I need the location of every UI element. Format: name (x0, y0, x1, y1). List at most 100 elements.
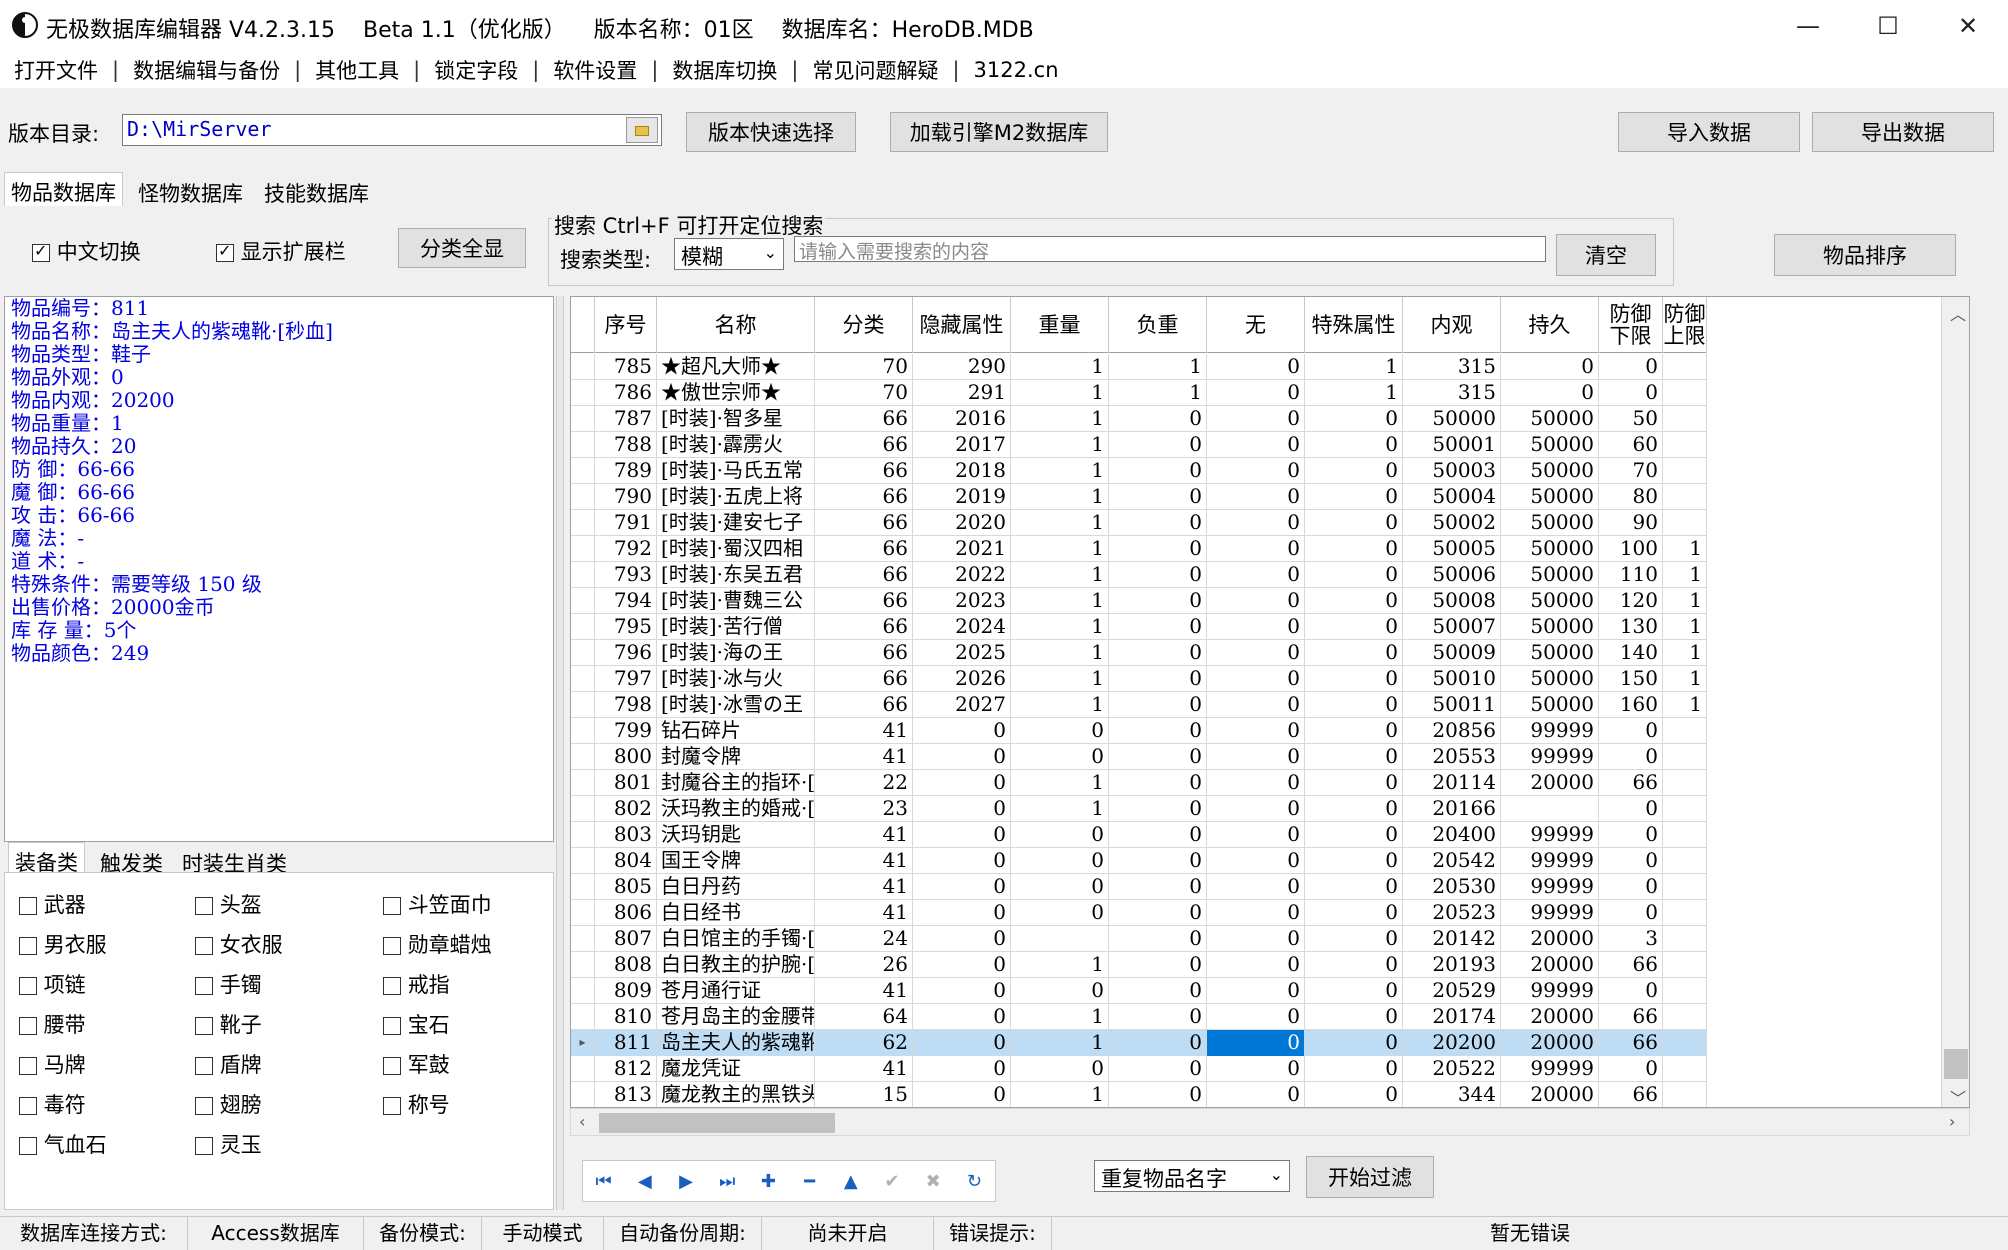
category-male-armor[interactable]: 男衣服 (19, 929, 107, 959)
table-row[interactable]: 794 [时装]·曹魏三公 66 2023 1 0 0 0 50008 50000 120 1 (571, 588, 1707, 614)
table-cell[interactable]: 2023 (913, 588, 1011, 614)
table-cell[interactable]: 20142 (1403, 926, 1501, 952)
table-cell[interactable]: 99999 (1501, 848, 1599, 874)
table-row[interactable]: 796 [时装]·海の王 66 2025 1 0 0 0 50009 50000 140 1 (571, 640, 1707, 666)
table-cell[interactable]: 1 (1663, 614, 1707, 640)
table-row[interactable]: 791 [时装]·建安七子 66 2020 1 0 0 0 50002 50000 90 (571, 510, 1707, 536)
table-cell[interactable] (1663, 900, 1707, 926)
table-cell[interactable]: 0 (1109, 484, 1207, 510)
table-cell[interactable]: 0 (1011, 978, 1109, 1004)
table-cell[interactable]: 0 (1305, 744, 1403, 770)
table-cell[interactable]: [时装]·建安七子 (657, 510, 815, 536)
table-cell[interactable]: 0 (1207, 926, 1305, 952)
menu-open-file[interactable]: 打开文件 (8, 55, 104, 85)
category-wings[interactable]: 翅膀 (195, 1089, 262, 1119)
table-cell[interactable]: 0 (1109, 692, 1207, 718)
table-cell[interactable]: 64 (815, 1004, 913, 1030)
table-cell[interactable]: 793 (595, 562, 657, 588)
table-cell[interactable]: 0 (1109, 900, 1207, 926)
table-cell[interactable]: 26 (815, 952, 913, 978)
table-cell[interactable]: 0 (1207, 406, 1305, 432)
show-ext-checkbox[interactable]: 显示扩展栏 (216, 236, 346, 266)
items-grid[interactable]: 序号 名称 分类 隐藏属性 重量 负重无特殊属性 内观 持久 防御 下限 防御 上限 785 ★超凡… (570, 296, 1970, 1108)
table-cell[interactable]: 0 (1207, 692, 1305, 718)
table-cell[interactable]: 60 (1599, 432, 1663, 458)
table-cell[interactable]: 岛主夫人的紫魂靴· (657, 1030, 815, 1056)
row-indicator[interactable] (571, 718, 595, 744)
table-cell[interactable]: 150 (1599, 666, 1663, 692)
row-indicator[interactable] (571, 432, 595, 458)
menu-db-switch[interactable]: 数据库切换 (666, 55, 783, 85)
table-cell[interactable] (1663, 380, 1707, 406)
column-header[interactable]: 负重 (1109, 297, 1207, 353)
table-cell[interactable]: 0 (1305, 978, 1403, 1004)
table-cell[interactable]: 0 (913, 926, 1011, 952)
table-cell[interactable]: 800 (595, 744, 657, 770)
table-cell[interactable]: 0 (1207, 588, 1305, 614)
table-cell[interactable]: 0 (1109, 640, 1207, 666)
table-cell[interactable]: 0 (1011, 1056, 1109, 1082)
table-cell[interactable]: 0 (1305, 614, 1403, 640)
table-cell[interactable]: 50000 (1501, 510, 1599, 536)
table-cell[interactable]: 344 (1403, 1082, 1501, 1107)
row-indicator[interactable] (571, 510, 595, 536)
scroll-down-icon[interactable]: ﹀ (1950, 1085, 1966, 1107)
table-cell[interactable]: 50000 (1501, 432, 1599, 458)
table-cell[interactable]: 1 (1011, 484, 1109, 510)
table-cell[interactable]: 0 (1599, 900, 1663, 926)
table-cell[interactable]: 1 (1011, 640, 1109, 666)
table-cell[interactable]: [时装]·马氏五常 (657, 458, 815, 484)
table-cell[interactable]: 0 (1109, 588, 1207, 614)
category-title[interactable]: 称号 (383, 1089, 450, 1119)
row-indicator[interactable] (571, 796, 595, 822)
table-cell[interactable]: 796 (595, 640, 657, 666)
table-cell[interactable]: 41 (815, 822, 913, 848)
scroll-left-icon[interactable]: ‹ (579, 1112, 585, 1131)
next-record-icon[interactable]: ▶ (665, 1171, 706, 1192)
table-row[interactable]: 801 封魔谷主的指环·[22 0 1 0 0 0 20114 20000 66 (571, 770, 1707, 796)
table-row[interactable]: 804 国王令牌 41 0 0 0 0 0 20542 99999 0 (571, 848, 1707, 874)
category-helmet[interactable]: 头盔 (195, 889, 262, 919)
table-cell[interactable]: 50000 (1403, 406, 1501, 432)
table-cell[interactable]: 50000 (1501, 640, 1599, 666)
table-cell[interactable]: 15 (815, 1082, 913, 1107)
table-cell[interactable]: 0 (1011, 848, 1109, 874)
table-cell[interactable]: 0 (1207, 432, 1305, 458)
table-cell[interactable]: 0 (1109, 1030, 1207, 1056)
table-cell[interactable]: 0 (1305, 718, 1403, 744)
table-cell[interactable]: 23 (815, 796, 913, 822)
table-cell[interactable]: 0 (1305, 562, 1403, 588)
table-cell[interactable]: 0 (1109, 848, 1207, 874)
table-cell[interactable]: 41 (815, 744, 913, 770)
table-cell[interactable]: 2021 (913, 536, 1011, 562)
row-indicator[interactable] (571, 484, 595, 510)
category-belt[interactable]: 腰带 (19, 1009, 86, 1039)
table-cell[interactable]: 812 (595, 1056, 657, 1082)
table-cell[interactable]: 1 (1011, 1004, 1109, 1030)
table-cell[interactable]: 2019 (913, 484, 1011, 510)
table-cell[interactable]: 1 (1011, 406, 1109, 432)
column-header[interactable]: 内观 (1403, 297, 1501, 353)
table-cell[interactable]: 99999 (1501, 744, 1599, 770)
table-cell[interactable]: 41 (815, 978, 913, 1004)
splitter[interactable] (556, 296, 564, 1210)
table-cell[interactable]: 0 (1305, 848, 1403, 874)
table-cell[interactable]: 0 (1109, 770, 1207, 796)
table-cell[interactable]: 2027 (913, 692, 1011, 718)
table-row[interactable]: 800 封魔令牌 41 0 0 0 0 0 20553 99999 0 (571, 744, 1707, 770)
table-cell[interactable]: 794 (595, 588, 657, 614)
table-cell[interactable]: 魔龙凭证 (657, 1056, 815, 1082)
table-cell[interactable]: ★超凡大师★ (657, 354, 815, 380)
table-cell[interactable]: 0 (1305, 484, 1403, 510)
table-cell[interactable]: 50010 (1403, 666, 1501, 692)
table-cell[interactable]: 1 (1011, 562, 1109, 588)
table-cell[interactable]: 1 (1663, 692, 1707, 718)
table-cell[interactable]: 0 (1305, 692, 1403, 718)
table-cell[interactable]: 20000 (1501, 926, 1599, 952)
column-header[interactable]: 无 (1207, 297, 1305, 353)
table-cell[interactable] (1663, 510, 1707, 536)
table-cell[interactable]: 0 (1305, 1082, 1403, 1107)
table-cell[interactable] (1663, 848, 1707, 874)
table-cell[interactable]: 2026 (913, 666, 1011, 692)
scroll-thumb[interactable] (599, 1113, 835, 1133)
